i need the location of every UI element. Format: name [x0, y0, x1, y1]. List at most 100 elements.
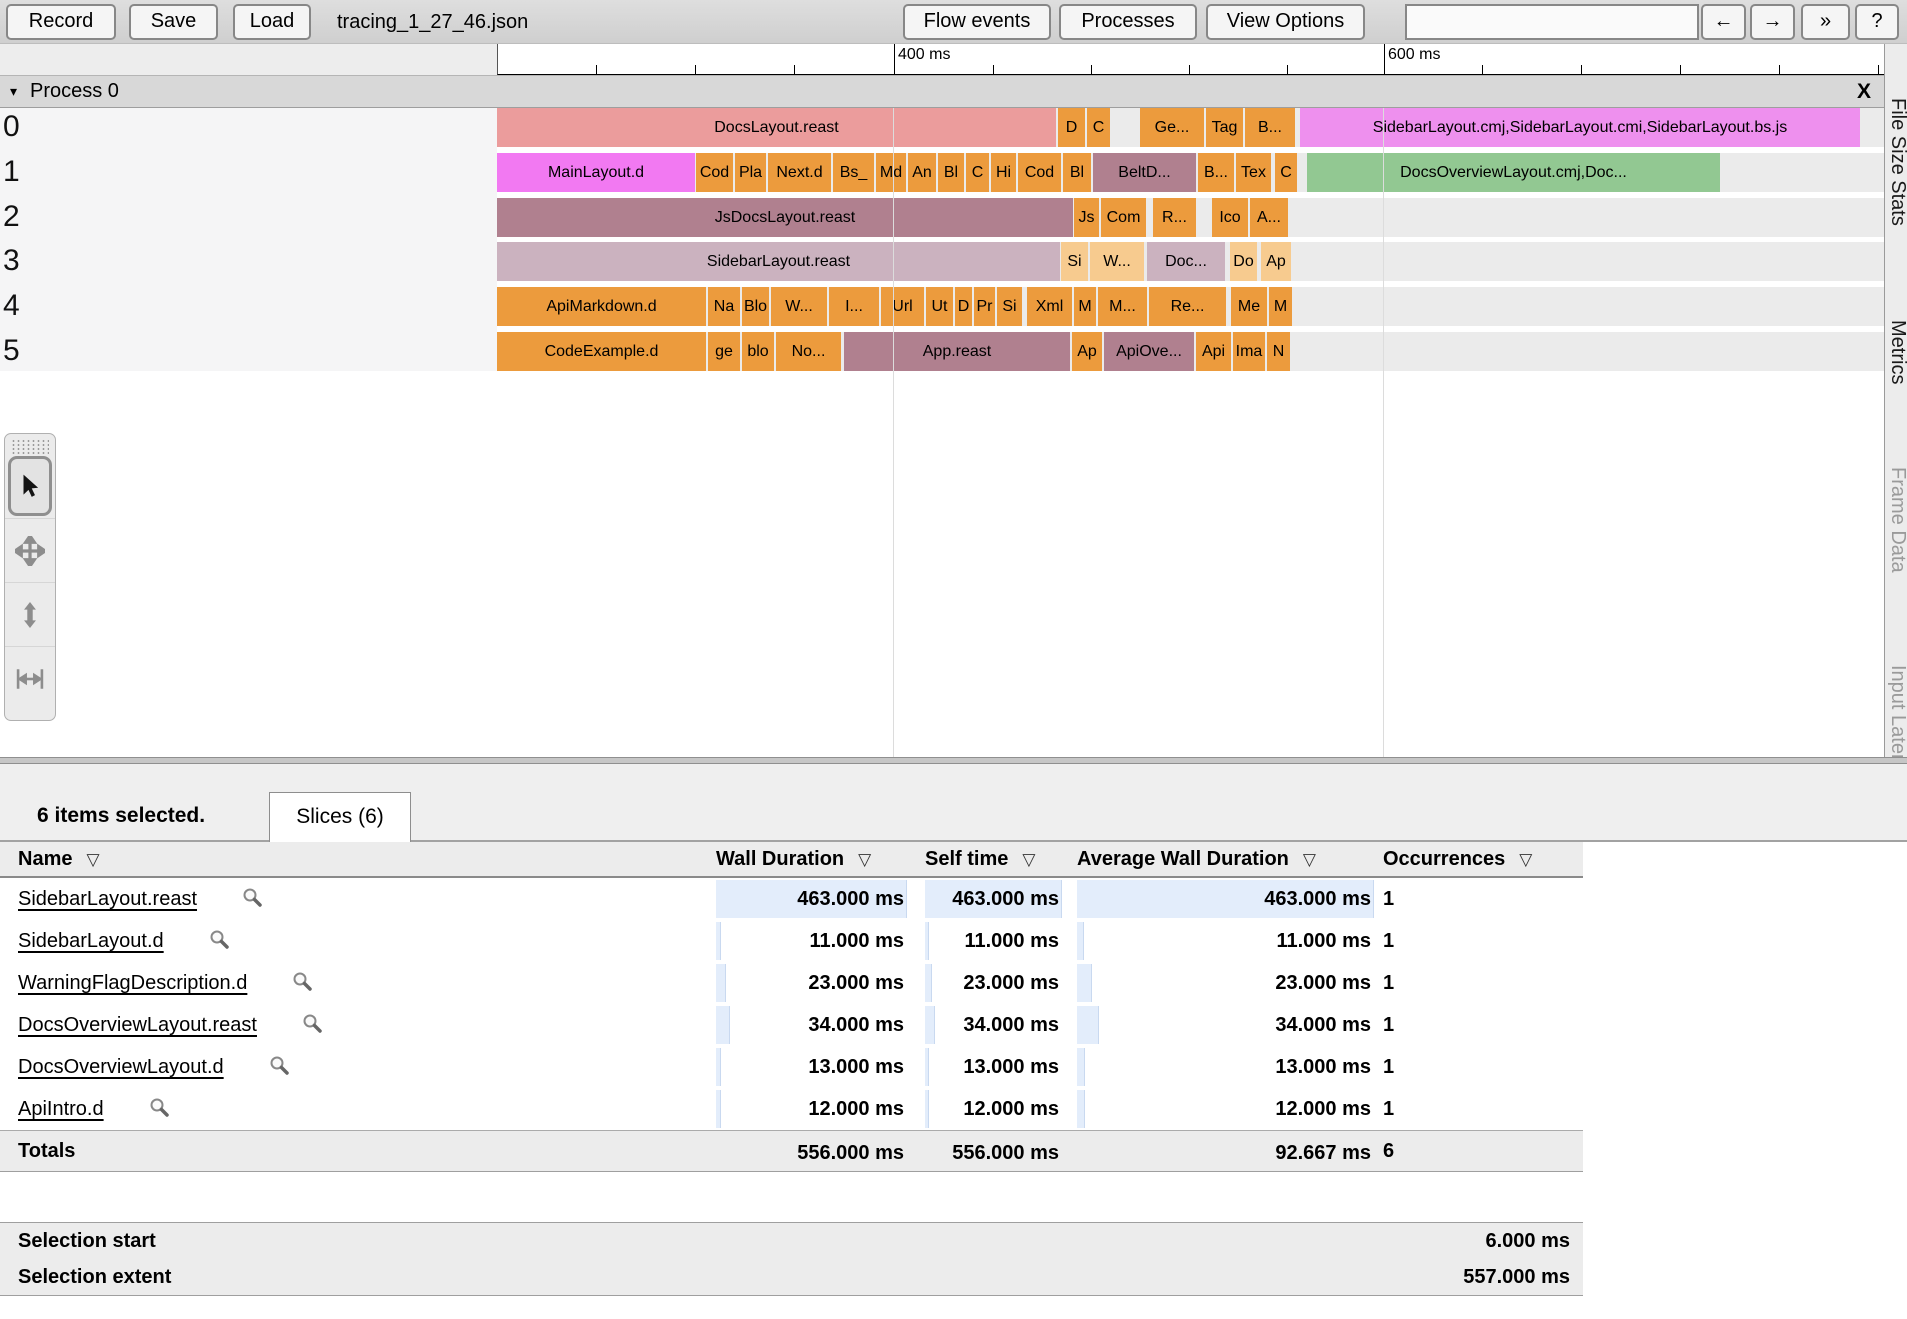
trace-slice[interactable]: An — [908, 153, 936, 192]
trace-slice[interactable]: I... — [829, 287, 879, 326]
help-button[interactable]: ? — [1855, 4, 1899, 40]
trace-slice[interactable]: Com — [1101, 198, 1146, 237]
trace-slice[interactable]: Url — [881, 287, 924, 326]
trace-slice[interactable]: SidebarLayout.cmj,SidebarLayout.cmi,Side… — [1300, 108, 1860, 147]
track-row[interactable]: ApiMarkdown.d Na Blo W... I... Url Ut D Pr Si Xml M… — [497, 287, 1884, 326]
palette-grip-handle[interactable] — [11, 439, 49, 454]
slice-name-link[interactable]: SidebarLayout.reast — [18, 888, 197, 910]
view-options-button[interactable]: View Options — [1206, 4, 1365, 40]
trace-slice[interactable]: Ap — [1072, 332, 1102, 371]
trace-slice[interactable]: Cod — [696, 153, 733, 192]
magnifier-icon[interactable] — [242, 887, 264, 909]
trace-slice[interactable]: D — [955, 287, 972, 326]
trace-slice[interactable]: ge — [708, 332, 740, 371]
load-button[interactable]: Load — [233, 4, 311, 40]
track-row[interactable]: JsDocsLayout.reast Js Com R... Ico A... — [497, 198, 1884, 237]
sidebar-tab-metrics[interactable]: Metrics — [1886, 320, 1907, 384]
trace-slice[interactable]: CodeExample.d — [497, 332, 706, 371]
trace-slice[interactable]: C — [966, 153, 989, 192]
trace-slice[interactable]: MainLayout.d — [497, 153, 695, 192]
magnifier-icon[interactable] — [302, 1013, 324, 1035]
trace-slice[interactable]: Me — [1231, 287, 1267, 326]
pan-tool-button[interactable] — [5, 518, 55, 582]
trace-slice[interactable]: Bs_ — [833, 153, 874, 192]
trace-slice[interactable]: Api — [1196, 332, 1231, 371]
trace-slice[interactable]: Md — [876, 153, 906, 192]
trace-slice[interactable]: D — [1058, 108, 1085, 147]
trace-slice[interactable]: Na — [708, 287, 740, 326]
trace-slice[interactable]: W... — [1090, 242, 1144, 281]
trace-slice[interactable]: A... — [1250, 198, 1288, 237]
column-header-occurrences[interactable]: Occurrences ▽ — [1383, 842, 1532, 876]
process-close-button[interactable]: X — [1852, 76, 1876, 107]
magnifier-icon[interactable] — [269, 1055, 291, 1077]
column-header-self-time[interactable]: Self time ▽ — [925, 842, 1035, 876]
trace-slice[interactable]: Ap — [1261, 242, 1291, 281]
trace-slice[interactable]: Ico — [1212, 198, 1248, 237]
tab-slices[interactable]: Slices (6) — [269, 792, 411, 842]
find-previous-button[interactable]: ← — [1701, 4, 1746, 40]
trace-slice[interactable]: Do — [1230, 242, 1257, 281]
find-next-button[interactable]: → — [1750, 4, 1795, 40]
zoom-tool-button[interactable] — [5, 582, 55, 646]
trace-slice[interactable]: DocsLayout.reast — [497, 108, 1056, 147]
trace-slice[interactable]: blo — [742, 332, 774, 371]
trace-slice[interactable]: Si — [997, 287, 1022, 326]
trace-slice[interactable]: Ge... — [1140, 108, 1204, 147]
trace-slice[interactable]: M... — [1098, 287, 1147, 326]
trace-slice[interactable]: ApiMarkdown.d — [497, 287, 706, 326]
timing-tool-button[interactable] — [5, 646, 55, 710]
magnifier-icon[interactable] — [209, 929, 231, 951]
trace-slice[interactable]: Cod — [1018, 153, 1061, 192]
save-button[interactable]: Save — [129, 4, 218, 40]
slice-name-link[interactable]: DocsOverviewLayout.reast — [18, 1014, 257, 1036]
trace-slice[interactable]: M — [1269, 287, 1292, 326]
timeline-ruler[interactable]: 400 ms 600 ms — [497, 44, 1884, 75]
magnifier-icon[interactable] — [292, 971, 314, 993]
trace-slice[interactable]: DocsOverviewLayout.cmj,Doc... — [1307, 153, 1720, 192]
track-row[interactable]: CodeExample.d ge blo No... App.reast Ap ApiOve… — [497, 332, 1884, 371]
trace-slice[interactable]: R... — [1153, 198, 1196, 237]
track-row[interactable]: DocsLayout.reast D C Ge... Tag B... SidebarLay… — [497, 108, 1884, 147]
collapse-arrow-icon[interactable]: ▾ — [10, 76, 17, 107]
trace-slice[interactable]: Tag — [1206, 108, 1243, 147]
trace-slice[interactable]: N — [1267, 332, 1290, 371]
trace-slice[interactable]: BeltD... — [1093, 153, 1196, 192]
slice-name-link[interactable]: DocsOverviewLayout.d — [18, 1056, 224, 1078]
trace-slice[interactable]: Ima — [1233, 332, 1265, 371]
slice-name-link[interactable]: ApiIntro.d — [18, 1098, 104, 1120]
column-header-wall-duration[interactable]: Wall Duration ▽ — [716, 842, 871, 876]
trace-slice[interactable]: M — [1074, 287, 1096, 326]
trace-slice[interactable]: Hi — [991, 153, 1016, 192]
slice-name-link[interactable]: WarningFlagDescription.d — [18, 972, 247, 994]
trace-slice[interactable]: Doc... — [1147, 242, 1225, 281]
column-header-average-wall-duration[interactable]: Average Wall Duration ▽ — [1077, 842, 1316, 876]
trace-slice[interactable]: Js — [1074, 198, 1099, 237]
trace-slice[interactable]: Bl — [938, 153, 964, 192]
magnifier-icon[interactable] — [149, 1097, 171, 1119]
trace-slice[interactable]: App.reast — [844, 332, 1070, 371]
trace-slice[interactable]: W... — [771, 287, 827, 326]
column-header-name[interactable]: Name ▽ — [18, 842, 100, 876]
trace-slice[interactable]: Xml — [1027, 287, 1072, 326]
trace-slice[interactable]: Re... — [1149, 287, 1226, 326]
record-button[interactable]: Record — [6, 4, 116, 40]
trace-slice[interactable]: B... — [1198, 153, 1234, 192]
selection-tool-button[interactable] — [8, 456, 52, 516]
flow-events-button[interactable]: Flow events — [903, 4, 1051, 40]
sidebar-tab-file-size-stats[interactable]: File Size Stats — [1886, 98, 1907, 226]
trace-slice[interactable]: C — [1275, 153, 1297, 192]
trace-slice[interactable]: Pr — [974, 287, 995, 326]
trace-slice[interactable]: JsDocsLayout.reast — [497, 198, 1073, 237]
trace-slice[interactable]: SidebarLayout.reast — [497, 242, 1060, 281]
sidebar-tab-frame-data[interactable]: Frame Data — [1886, 467, 1907, 573]
track-row[interactable]: MainLayout.d Cod Pla Next.d Bs_ Md An Bl C Hi Cod B… — [497, 153, 1884, 192]
trace-slice[interactable]: Blo — [742, 287, 769, 326]
processes-button[interactable]: Processes — [1059, 4, 1197, 40]
trace-slice[interactable]: Pla — [735, 153, 766, 192]
trace-slice[interactable]: No... — [776, 332, 841, 371]
track-row[interactable]: SidebarLayout.reast Si W... Doc... Do Ap — [497, 242, 1884, 281]
trace-slice[interactable]: Next.d — [768, 153, 831, 192]
search-input[interactable] — [1405, 4, 1699, 40]
pane-splitter-handle[interactable] — [0, 757, 1907, 764]
